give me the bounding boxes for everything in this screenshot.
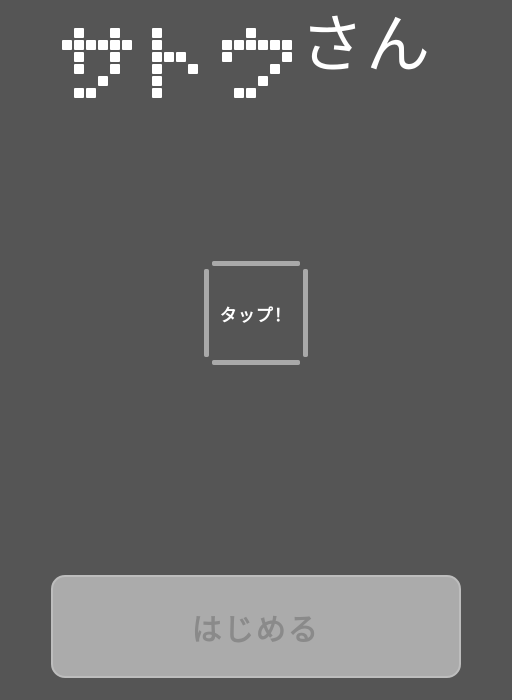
start-button[interactable]: はじめる — [51, 575, 461, 678]
title-dot — [74, 40, 84, 50]
title-dot — [282, 52, 292, 62]
title-dot — [110, 28, 120, 38]
title-dot — [234, 40, 244, 50]
title-dot — [234, 88, 244, 98]
title-dot — [246, 40, 256, 50]
title-dot — [270, 64, 280, 74]
title-dot — [152, 76, 162, 86]
title-dot — [62, 40, 72, 50]
title-dot — [222, 52, 232, 62]
title-dot — [188, 64, 198, 74]
title-dot — [86, 88, 96, 98]
title-dot — [74, 28, 84, 38]
title-dot — [152, 28, 162, 38]
dot-matrix-title — [62, 28, 292, 98]
title-dot — [222, 40, 232, 50]
title-dot — [74, 64, 84, 74]
title-dot — [110, 64, 120, 74]
title-dot — [176, 52, 186, 62]
title-dot — [152, 40, 162, 50]
title-dot — [152, 88, 162, 98]
start-button-label: はじめる — [192, 612, 320, 648]
title-dot — [110, 40, 120, 50]
title-dot — [74, 52, 84, 62]
tap-target[interactable]: タップ！ — [204, 261, 308, 365]
title-dot — [86, 40, 96, 50]
title-dot — [74, 88, 84, 98]
title-dot — [270, 40, 280, 50]
title-dot — [258, 76, 268, 86]
tap-target-border-bottom — [212, 360, 300, 365]
tap-target-border-top — [212, 261, 300, 266]
title-dot — [246, 28, 256, 38]
title-dot — [164, 52, 174, 62]
title-dot — [246, 88, 256, 98]
tap-label: タップ！ — [220, 306, 292, 326]
title-dot — [152, 64, 162, 74]
game-screen: さん タップ！ はじめる — [0, 0, 512, 700]
title-dot — [98, 40, 108, 50]
game-title-script: さん — [300, 9, 432, 83]
title-dot — [258, 40, 268, 50]
title-dot — [152, 52, 162, 62]
title-dot — [98, 76, 108, 86]
title-dot — [122, 40, 132, 50]
title-dot — [282, 40, 292, 50]
title-dot — [110, 52, 120, 62]
